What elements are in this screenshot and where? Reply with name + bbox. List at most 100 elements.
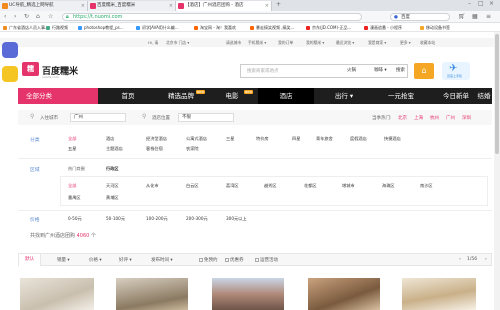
cart-button[interactable]: ⌂ [414, 63, 434, 79]
filter-option[interactable]: 200-300元 [186, 216, 208, 222]
filter-option[interactable]: 越秀区 [264, 183, 277, 189]
sidebar-app-icon[interactable] [2, 42, 18, 58]
filter-option[interactable]: 三星 [226, 136, 234, 142]
menu-icon[interactable]: ≡ [486, 13, 491, 20]
forward-icon[interactable]: › [14, 13, 16, 20]
reload-icon[interactable]: ↻ [24, 13, 29, 20]
close-icon[interactable]: × [265, 1, 269, 11]
filter-option[interactable]: 四星 [292, 136, 300, 142]
hotel-photo[interactable] [212, 278, 284, 310]
nav-brands[interactable]: 精选品牌 NEW [154, 88, 208, 104]
minimize-icon[interactable]: – [468, 0, 471, 7]
bookmark-item[interactable]: 淘宝网 - 淘！我喜欢 [194, 24, 236, 31]
filter-option[interactable]: 经济型酒店 [146, 136, 167, 142]
nav-hotel[interactable]: 酒店 [258, 88, 314, 104]
bookmark-item[interactable]: photoshop教程_ps... [78, 24, 124, 31]
filter-option[interactable]: 度假酒店 [350, 136, 367, 142]
filter-option[interactable]: 黄埔区 [106, 195, 119, 201]
hotel-photo[interactable] [20, 278, 94, 310]
nav-wedding[interactable]: 结婚 [476, 88, 492, 104]
filter-option[interactable]: 海珠区 [382, 183, 395, 189]
bookmark-item[interactable]: 行路视频 [46, 24, 68, 31]
filter-option[interactable]: 天河区 [106, 183, 119, 189]
filter-checkbox[interactable]: 优惠券 [225, 257, 244, 263]
all-categories-button[interactable]: 全部分类 [18, 88, 98, 104]
filter-option[interactable]: 花都区 [304, 183, 317, 189]
browser-tab-active[interactable]: 【酒店】广州酒店团购 - 酒店 × [176, 1, 272, 11]
filter-option[interactable]: 主题酒店 [106, 146, 123, 152]
bookmark-item[interactable]: 暴走搞笑视频 ,搞笑... [250, 24, 294, 31]
filter-option[interactable]: 从化市 [146, 183, 159, 189]
hotel-photo[interactable] [116, 278, 188, 310]
bookmark-item[interactable]: 移动设备书签 [420, 24, 450, 31]
home-icon[interactable]: ⌂ [36, 13, 40, 20]
hotel-photo[interactable] [308, 278, 380, 310]
bookmark-item[interactable]: 漫画追番 - 小程序 [364, 24, 402, 31]
grid-icon[interactable]: ▦ [472, 13, 478, 20]
sort-sales[interactable]: 销量 ▾ [57, 257, 70, 263]
topnav-link[interactable]: 收藏本站 [420, 39, 435, 46]
filter-option[interactable]: 0-50元 [68, 216, 82, 222]
topnav-link[interactable]: 手机糯米 ▾ [248, 39, 266, 46]
filter-checkbox[interactable]: 运营活动 [255, 257, 278, 263]
search-hint[interactable]: 火锅 [347, 67, 356, 73]
maximize-icon[interactable]: □ [478, 0, 484, 7]
favorites-icon[interactable]: ☆ [48, 13, 53, 20]
close-icon[interactable]: × [81, 1, 85, 11]
next-page-icon[interactable]: › [485, 257, 487, 262]
search-input[interactable]: 搜索商家或地点 [247, 68, 279, 74]
topnav-link[interactable]: 我是商家 ▾ [368, 39, 386, 46]
search-button[interactable]: 搜索 [396, 67, 405, 73]
browser-tab[interactable]: 百度糯米_百度糯米 × [88, 1, 176, 11]
nav-travel[interactable]: 出行 ▾ [314, 88, 374, 104]
bookmark-item[interactable]: 京东(JD.COM)-正品... [306, 24, 351, 31]
filter-option[interactable]: 五星 [68, 146, 76, 152]
browser-tab[interactable]: UC导航_精选上网导航 × [0, 1, 88, 11]
filter-option[interactable]: 酒店 [106, 136, 114, 142]
hot-city-link[interactable]: 深圳 [462, 115, 471, 121]
filter-option[interactable]: 快捷酒店 [384, 136, 401, 142]
filter-checkbox[interactable]: 免预约 [199, 257, 218, 263]
nav-one-yuan[interactable]: 一元抢宝 [370, 88, 432, 104]
filter-option[interactable]: 荔湾区 [226, 183, 239, 189]
hot-city-link[interactable]: 广州 [446, 115, 455, 121]
hot-city-link[interactable]: 上海 [414, 115, 423, 121]
topnav-link[interactable]: 请选城市 [226, 39, 241, 46]
filter-option[interactable]: 特价房 [256, 136, 269, 142]
filter-option[interactable]: 白云区 [186, 183, 199, 189]
mobile-app-button[interactable]: ✈ 百度上手机 [442, 62, 470, 80]
back-icon[interactable]: ‹ [4, 13, 6, 20]
filter-option[interactable]: 100-200元 [146, 216, 168, 222]
prev-page-icon[interactable]: ‹ [459, 257, 461, 262]
filter-option[interactable]: 南沙区 [420, 183, 433, 189]
hotel-photo[interactable] [402, 278, 476, 310]
filter-option[interactable]: 增城市 [342, 183, 355, 189]
close-icon[interactable]: × [169, 1, 173, 11]
area-tab[interactable]: 热门商圈 [68, 166, 85, 172]
filter-option[interactable]: 番禺区 [68, 195, 81, 201]
topnav-link[interactable]: 我的糯米 ▾ [306, 39, 324, 46]
bookmark-item[interactable]: 广东省酒店人员入事... [3, 24, 49, 31]
topnav-link[interactable]: 更多 ▾ [400, 39, 411, 46]
window-close-icon[interactable]: × [489, 0, 494, 7]
search-hint[interactable]: 咖啡 ▾ [374, 67, 387, 73]
filter-option[interactable]: 300元以上 [226, 216, 247, 222]
filter-option[interactable]: 青年旅舍 [316, 136, 333, 142]
scrollbar-thumb[interactable] [495, 34, 499, 154]
hot-city-link[interactable]: 杭州 [430, 115, 439, 121]
sidebar-tips-icon[interactable] [2, 66, 18, 82]
filter-option[interactable]: 全部 [68, 136, 76, 142]
city-select[interactable]: 广州 [70, 113, 126, 122]
topnav-link[interactable]: 我的订单 [278, 39, 293, 46]
sort-time[interactable]: 发布时间 ▾ [151, 257, 173, 263]
position-select[interactable]: 不限 [178, 113, 234, 122]
page-scrollbar[interactable] [494, 32, 500, 310]
filter-option[interactable]: 农家院 [186, 146, 199, 152]
bookmark-item[interactable]: 初学JAVA用什么编... [136, 24, 179, 31]
hot-city-link[interactable]: 北京 [398, 115, 407, 121]
logo-mark[interactable]: 糯 [22, 62, 39, 76]
cart-icon[interactable]: 🛒︎ [458, 13, 466, 20]
filter-option[interactable]: 公寓式酒店 [186, 136, 207, 142]
topnav-city[interactable]: 北京市 门店 ▾ [166, 39, 189, 46]
url-input[interactable]: 🔒︎ https://t.nuomi.com [62, 13, 362, 21]
